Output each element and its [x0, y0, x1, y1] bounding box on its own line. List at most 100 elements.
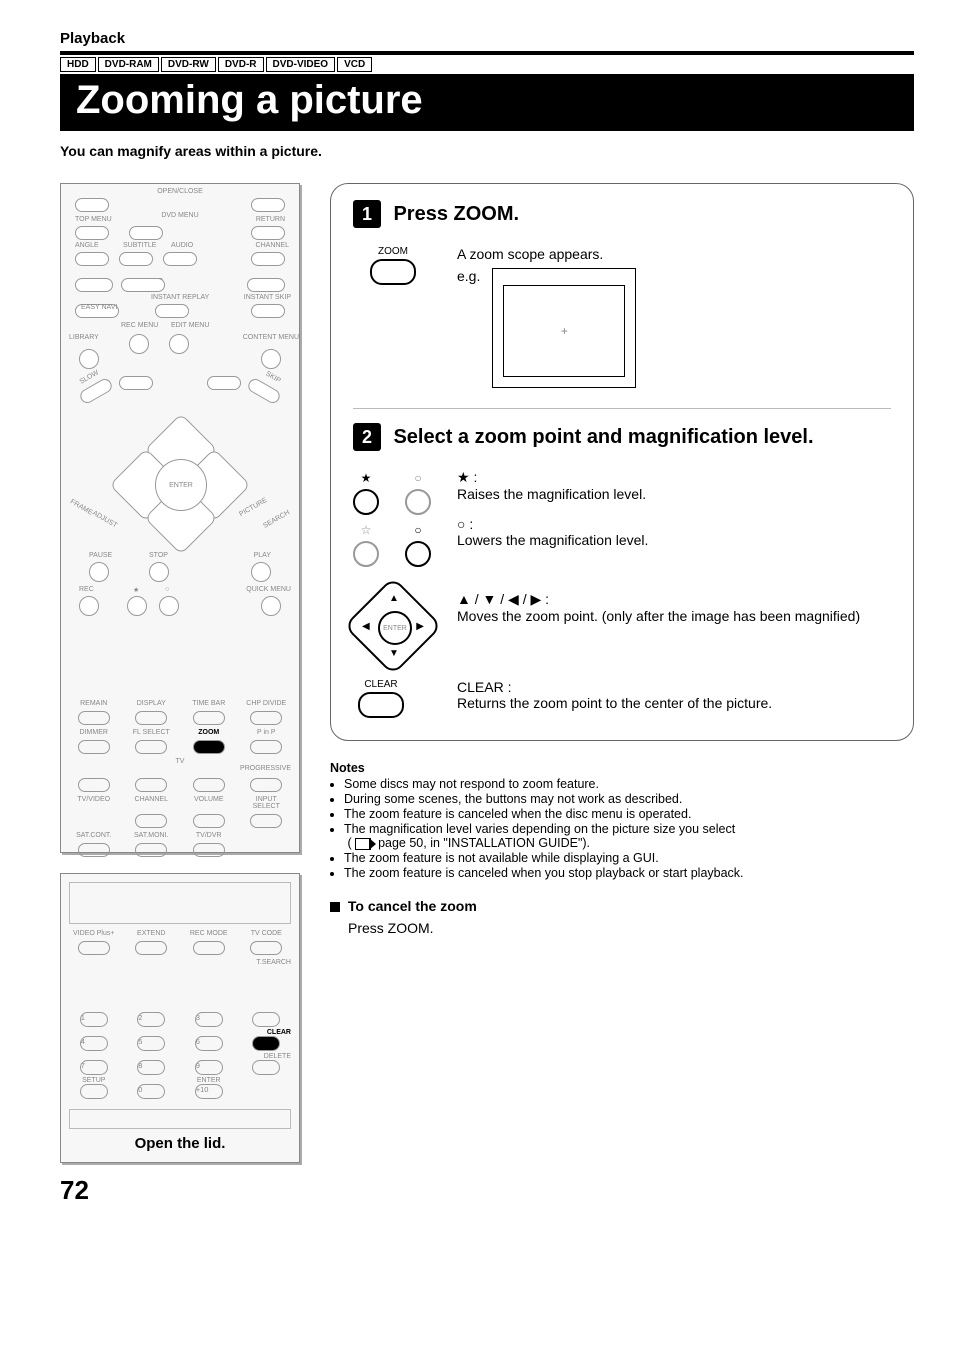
notes-heading: Notes [330, 761, 914, 775]
lbl-tv-dvr: TV/DVR [184, 832, 234, 839]
lbl-delete: DELETE [69, 1053, 291, 1060]
key-3: 3 [195, 1012, 223, 1027]
key-6: 6 [195, 1036, 223, 1051]
lbl-chp-divide: CHP DIVIDE [242, 700, 292, 707]
lbl-zoom: ZOOM [184, 729, 234, 736]
note-item: Some discs may not respond to zoom featu… [344, 777, 914, 791]
lbl-channel: CHANNEL [256, 242, 289, 249]
lbl-play: PLAY [254, 552, 271, 559]
key-7: 7 [80, 1060, 108, 1075]
page-ref-icon [355, 838, 371, 850]
circle-text: Lowers the magnification level. [457, 532, 891, 548]
page-number: 72 [60, 1175, 914, 1206]
format-vcd: VCD [337, 57, 372, 72]
lbl-return: RETURN [256, 216, 285, 223]
lbl-subtitle: SUBTITLE [123, 242, 156, 249]
btn-star [127, 596, 147, 616]
btn-edit-menu [169, 334, 189, 354]
nav-text: Moves the zoom point. (only after the im… [457, 608, 891, 624]
btn-instant-replay [155, 304, 189, 318]
btn-timeslip [121, 278, 165, 292]
btn-pause [89, 562, 109, 582]
key-plus10: +10 [195, 1084, 223, 1099]
nav-pad: ENTER [120, 424, 240, 544]
format-dvd-video: DVD-VIDEO [266, 57, 336, 72]
lbl-time-bar: TIME BAR [184, 700, 234, 707]
clear-heading: CLEAR : [457, 679, 891, 695]
lbl-adjust: ADJUST [91, 510, 118, 530]
lbl-t-search: T.SEARCH [69, 959, 291, 966]
note-item: During some scenes, the buttons may not … [344, 792, 914, 806]
lbl-rec-mode: REC MODE [184, 930, 234, 937]
cancel-body: Press ZOOM. [348, 920, 914, 936]
lbl-fl-select: FL SELECT [127, 729, 177, 736]
square-bullet-icon [330, 902, 340, 912]
btn-play [251, 562, 271, 582]
lbl-easy-navi: EASY NAVI [81, 304, 117, 311]
btn-rec [79, 596, 99, 616]
lbl-progressive: PROGRESSIVE [69, 765, 291, 772]
zoom-btn-label: ZOOM [378, 246, 408, 257]
remote-illustration: OPEN/CLOSE DVD MENU TOP MENU RETURN ANGL… [60, 183, 300, 853]
circle-dim-icon [414, 469, 421, 487]
btn-menu [129, 226, 163, 240]
clear-text: Returns the zoom point to the center of … [457, 695, 891, 711]
format-dvd-rw: DVD-RW [161, 57, 216, 72]
note-item: The zoom feature is not available while … [344, 851, 914, 865]
lbl-instant-skip: INSTANT SKIP [244, 294, 291, 301]
btn-hdd [75, 278, 113, 292]
step-2-number: 2 [353, 423, 381, 451]
key-4: 4 [80, 1036, 108, 1051]
lbl-channel2: CHANNEL [127, 796, 177, 810]
note-text: The magnification level varies depending… [344, 822, 735, 836]
btn-circle-lower [405, 541, 431, 567]
circle-bold-icon [414, 521, 421, 539]
lbl-rec-menu: REC MENU [121, 322, 158, 329]
page-title: Zooming a picture [60, 74, 914, 131]
btn-stop [149, 562, 169, 582]
lbl-remain: REMAIN [69, 700, 119, 707]
open-lid-label: Open the lid. [61, 1135, 299, 1152]
lbl-sat-cont: SAT.CONT. [69, 832, 119, 839]
star-text: Raises the magnification level. [457, 486, 891, 502]
step-2-title: Select a zoom point and magnification le… [393, 426, 813, 449]
lbl-audio: AUDIO [171, 242, 193, 249]
lbl-pause: PAUSE [89, 552, 112, 559]
btn-power [251, 198, 285, 212]
section-label: Playback [60, 30, 914, 47]
lbl-open-close: OPEN/CLOSE [157, 188, 203, 195]
btn-open-close [75, 198, 109, 212]
key-5: 5 [137, 1036, 165, 1051]
lbl-tv-code: TV CODE [242, 930, 292, 937]
lbl-stop: STOP [149, 552, 168, 559]
lbl-video-plus: VIDEO Plus+ [69, 930, 119, 937]
note-ref-text: page 50, in "INSTALLATION GUIDE"). [378, 836, 590, 850]
format-row: HDD DVD-RAM DVD-RW DVD-R DVD-VIDEO VCD [60, 57, 914, 72]
btn-content-menu [261, 349, 281, 369]
lbl-top-menu: TOP MENU [75, 216, 112, 223]
key-0: 0 [137, 1084, 165, 1099]
key-8: 8 [137, 1060, 165, 1075]
key-delete [252, 1060, 280, 1075]
star-symbol: ★ : [457, 469, 477, 485]
remote-lid-illustration: VIDEO Plus+ EXTEND REC MODE TV CODE T.SE… [60, 873, 300, 1163]
btn-prev [119, 376, 153, 390]
lbl-setup: SETUP [69, 1077, 119, 1084]
lbl-p-in-p: P in P [242, 729, 292, 736]
step-1-title: Press ZOOM. [393, 203, 519, 226]
btn-top-menu [75, 226, 109, 240]
lbl-search: SEARCH [262, 509, 291, 530]
btn-zoom-highlight [193, 740, 225, 754]
clear-button-icon [358, 692, 404, 718]
btn-subtitle [119, 252, 153, 266]
note-item: The zoom feature is canceled when you st… [344, 866, 914, 880]
lbl-extend: EXTEND [127, 930, 177, 937]
lbl-content-menu: CONTENT MENU [243, 334, 299, 341]
btn-quick-menu [261, 596, 281, 616]
clear-btn-label: CLEAR [364, 679, 397, 690]
step-1-number: 1 [353, 200, 381, 228]
lbl-tv: TV [69, 758, 291, 765]
btn-ch-up [251, 252, 285, 266]
cancel-section: To cancel the zoom Press ZOOM. [330, 898, 914, 936]
key-tsearch [252, 1012, 280, 1027]
